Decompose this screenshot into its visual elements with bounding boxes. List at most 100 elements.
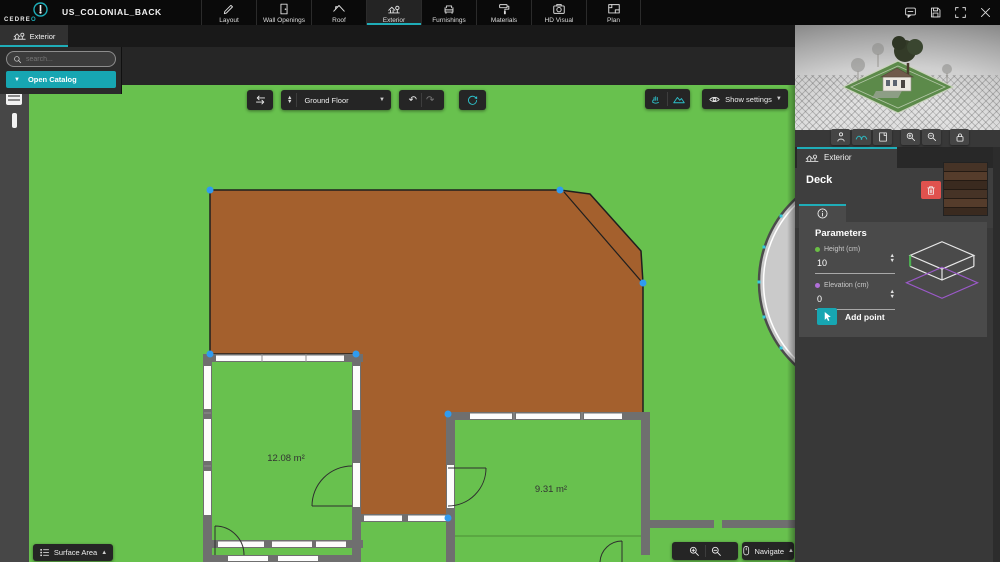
add-point-label: Add point <box>845 312 885 322</box>
floor-selector-value: Ground Floor <box>301 96 375 105</box>
redo-button[interactable]: ↷ <box>426 95 434 106</box>
save-icon[interactable] <box>928 6 942 20</box>
close-icon[interactable] <box>978 6 992 20</box>
cursor-icon <box>817 308 837 325</box>
top-bar: CEDREO US_COLONIAL_BACK Layout Wall Open… <box>0 0 1000 25</box>
house-trees-icon <box>805 152 819 164</box>
zoom-in-icon[interactable] <box>901 129 920 145</box>
undo-redo-group: ↶ ↷ <box>399 90 444 110</box>
tab-plan[interactable]: Plan <box>586 0 641 25</box>
elevation-stepper[interactable]: ▲▼ <box>890 290 895 299</box>
show-settings-label: Show settings <box>725 95 772 104</box>
catalog-panel: ▼ Open Catalog <box>0 47 122 94</box>
tab-materials[interactable]: Materials <box>476 0 531 25</box>
height-field[interactable]: Height (cm) ▲▼ <box>815 246 895 274</box>
app-logo[interactable]: CEDREO <box>0 0 60 25</box>
zoom-in-icon[interactable] <box>688 545 701 558</box>
search-input[interactable] <box>26 56 109 63</box>
surface-area-button[interactable]: Surface Area ▲ <box>33 544 113 561</box>
floor-spinner-icon[interactable]: ▲▼ <box>287 96 292 104</box>
floorplan-canvas[interactable]: 12.08 m² 9.31 m² ▲▼ Ground Floor ▼ ↶ <box>0 85 795 562</box>
armchair-icon <box>442 2 456 16</box>
deck-diagram <box>901 236 983 304</box>
cedreo-logo-icon <box>32 1 49 18</box>
parameters-heading: Parameters <box>815 228 867 239</box>
aerial-view-icon[interactable] <box>852 129 871 145</box>
info-tab[interactable] <box>799 204 846 222</box>
add-point-button[interactable]: Add point <box>817 308 885 325</box>
zoom-out-icon[interactable] <box>710 545 723 558</box>
tab-wall-openings[interactable]: Wall Openings <box>256 0 311 25</box>
sync-button[interactable] <box>247 90 273 110</box>
window-controls <box>903 0 992 25</box>
drag-handle[interactable] <box>12 113 17 128</box>
3d-scene <box>795 25 1000 130</box>
deck-material-thumbnail[interactable] <box>944 163 987 215</box>
elevation-dot-icon <box>815 283 820 288</box>
lock-icon[interactable] <box>950 129 969 145</box>
blueprint-icon <box>607 2 621 16</box>
terrain-tools-group <box>645 89 690 109</box>
3d-preview[interactable] <box>795 25 1000 130</box>
height-stepper[interactable]: ▲▼ <box>890 254 895 263</box>
app-window: CEDREO US_COLONIAL_BACK Layout Wall Open… <box>0 0 1000 562</box>
terrain-shape-icon[interactable] <box>672 93 686 106</box>
room-area-label: 9.31 m² <box>535 484 567 495</box>
undo-button[interactable]: ↶ <box>409 95 417 106</box>
elevation-field[interactable]: Elevation (cm) ▲▼ <box>815 282 895 310</box>
paint-roller-icon <box>497 2 511 16</box>
chevron-down-icon: ▼ <box>379 97 385 103</box>
room-area-label: 12.08 m² <box>267 453 305 464</box>
chevron-down-icon: ▼ <box>14 77 20 83</box>
object-title: Deck <box>806 174 832 186</box>
exterior-panel-tab[interactable]: Exterior <box>0 25 68 47</box>
chevron-up-icon: ▲ <box>788 548 794 554</box>
exterior-object-tab[interactable]: Exterior <box>797 147 897 168</box>
exterior-icon <box>387 2 401 16</box>
floor-selector[interactable]: ▲▼ Ground Floor ▼ <box>281 90 391 110</box>
main-tab-bar: Layout Wall Openings Roof Exterior Furni… <box>201 0 641 25</box>
project-title: US_COLONIAL_BACK <box>62 0 162 25</box>
height-label: Height (cm) <box>824 246 860 253</box>
chevron-up-icon: ▲ <box>101 550 107 556</box>
surface-area-label: Surface Area <box>54 548 97 557</box>
door-icon <box>277 2 291 16</box>
open-catalog-button[interactable]: ▼ Open Catalog <box>6 71 116 88</box>
navigate-button[interactable]: Navigate ▲ <box>742 542 794 560</box>
roof-icon <box>332 2 346 16</box>
height-input[interactable] <box>817 258 875 268</box>
zoom-out-icon[interactable] <box>922 129 941 145</box>
delete-object-button[interactable] <box>921 181 941 199</box>
floorplan-drawing: 12.08 m² 9.31 m² <box>0 85 795 562</box>
navigate-label: Navigate <box>754 547 784 556</box>
view-mode-toolbar <box>831 129 969 145</box>
logo-wordmark: CEDREO <box>4 17 37 23</box>
zoom-controls <box>672 542 738 560</box>
search-box[interactable] <box>6 51 116 67</box>
height-dot-icon <box>815 247 820 252</box>
comment-icon[interactable] <box>903 6 917 20</box>
elevation-label: Elevation (cm) <box>824 282 869 289</box>
camera-icon <box>552 2 566 16</box>
fullscreen-icon[interactable] <box>953 6 967 20</box>
tab-exterior[interactable]: Exterior <box>366 0 421 25</box>
reset-view-button[interactable] <box>459 90 486 110</box>
secondary-tab-bar: Exterior <box>0 25 795 47</box>
properties-panel: Exterior Deck Parameters Height (cm) ▲▼ <box>795 25 1000 562</box>
parameters-section: Parameters Height (cm) ▲▼ Elevation (cm)… <box>799 222 987 337</box>
terrain-paint-icon[interactable] <box>650 93 663 106</box>
elevation-input[interactable] <box>817 294 875 304</box>
tab-hd-visual[interactable]: HD Visual <box>531 0 586 25</box>
tab-layout[interactable]: Layout <box>201 0 256 25</box>
walk-view-icon[interactable] <box>831 129 850 145</box>
pool-circle[interactable] <box>758 169 796 395</box>
collapsed-left-toolbar[interactable] <box>0 85 29 562</box>
tab-roof[interactable]: Roof <box>311 0 366 25</box>
info-icon <box>816 207 829 220</box>
plan-view-icon[interactable] <box>873 129 892 145</box>
show-settings-button[interactable]: Show settings ▼ <box>702 89 788 109</box>
panel-scrollbar[interactable] <box>993 147 1000 562</box>
search-icon <box>13 55 22 64</box>
house-trees-icon <box>13 30 26 42</box>
tab-furnishings[interactable]: Furnishings <box>421 0 476 25</box>
